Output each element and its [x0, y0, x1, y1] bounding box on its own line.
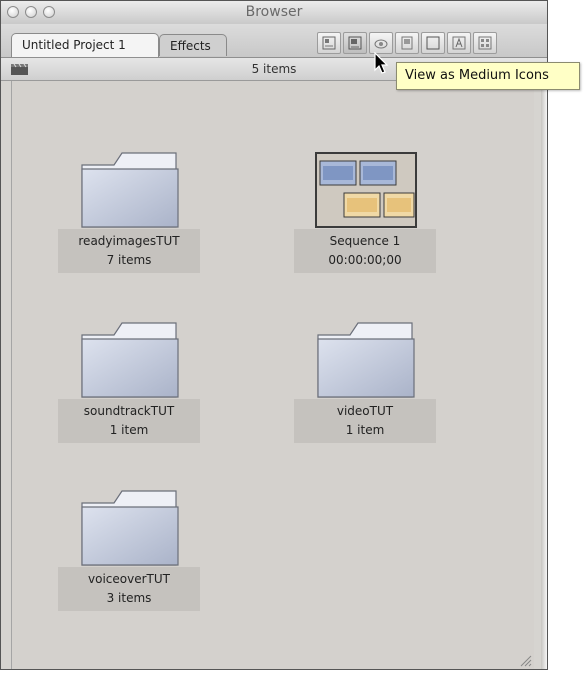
item-name: voiceoverTUT: [88, 572, 170, 586]
view-as-large-list-icon: [426, 36, 440, 50]
folder-icon: [81, 490, 179, 566]
view-as-large-icons-icon: [374, 39, 388, 49]
sequence-item[interactable]: Sequence 1 00:00:00;00: [294, 151, 436, 279]
tab-effects[interactable]: Effects: [159, 34, 227, 56]
item-detail: 00:00:00;00: [328, 253, 402, 267]
view-options-icon: [478, 36, 492, 50]
item-label: videoTUT 1 item: [294, 399, 436, 443]
item-detail: 3 items: [106, 591, 152, 605]
browser-content: readyimagesTUT 7 items Sequence 1 00:00:…: [11, 81, 534, 669]
view-as-medium-icons-icon: [348, 36, 362, 50]
folder-icon: [317, 322, 415, 398]
view-as-medium-icons-button[interactable]: [343, 32, 367, 54]
item-label: Sequence 1 00:00:00;00: [294, 229, 436, 273]
view-as-list-button[interactable]: [395, 32, 419, 54]
item-name: videoTUT: [336, 404, 394, 418]
window-title: Browser: [245, 4, 303, 20]
view-as-list-icon: [401, 36, 413, 50]
tab-untitled-project[interactable]: Untitled Project 1: [11, 33, 159, 57]
browser-window: Browser Untitled Project 1 Effects 5 ite…: [0, 0, 548, 670]
tab-bar: Untitled Project 1 Effects: [1, 24, 547, 58]
folder-icon: [81, 322, 179, 398]
view-as-extra-large-button[interactable]: [447, 32, 471, 54]
item-label: soundtrackTUT 1 item: [58, 399, 200, 443]
item-detail: 1 item: [109, 423, 149, 437]
folder-item[interactable]: readyimagesTUT 7 items: [58, 151, 200, 279]
item-detail: 1 item: [345, 423, 385, 437]
folder-icon: [81, 152, 179, 228]
sequence-icon: [315, 152, 417, 228]
mouse-cursor-icon: [374, 52, 389, 74]
view-options-button[interactable]: [473, 32, 497, 54]
view-as-small-icons-button[interactable]: [317, 32, 341, 54]
item-detail: 7 items: [106, 253, 152, 267]
item-label: readyimagesTUT 7 items: [58, 229, 200, 273]
view-as-small-icons-icon: [322, 36, 336, 50]
view-as-large-icons-button[interactable]: [369, 32, 393, 54]
item-label: voiceoverTUT 3 items: [58, 567, 200, 611]
item-name: soundtrackTUT: [83, 404, 175, 418]
folder-item[interactable]: voiceoverTUT 3 items: [58, 489, 200, 617]
item-name: readyimagesTUT: [78, 234, 180, 248]
title-bar[interactable]: Browser: [1, 1, 547, 25]
item-name: Sequence 1: [329, 234, 401, 248]
view-as-large-list-button[interactable]: [421, 32, 445, 54]
tooltip: View as Medium Icons: [396, 62, 580, 90]
view-as-extra-large-icon: [452, 36, 466, 50]
folder-item[interactable]: soundtrackTUT 1 item: [58, 321, 200, 449]
scrollbar-track[interactable]: [541, 81, 547, 669]
resize-grip-icon[interactable]: [518, 653, 532, 667]
folder-item[interactable]: videoTUT 1 item: [294, 321, 436, 449]
